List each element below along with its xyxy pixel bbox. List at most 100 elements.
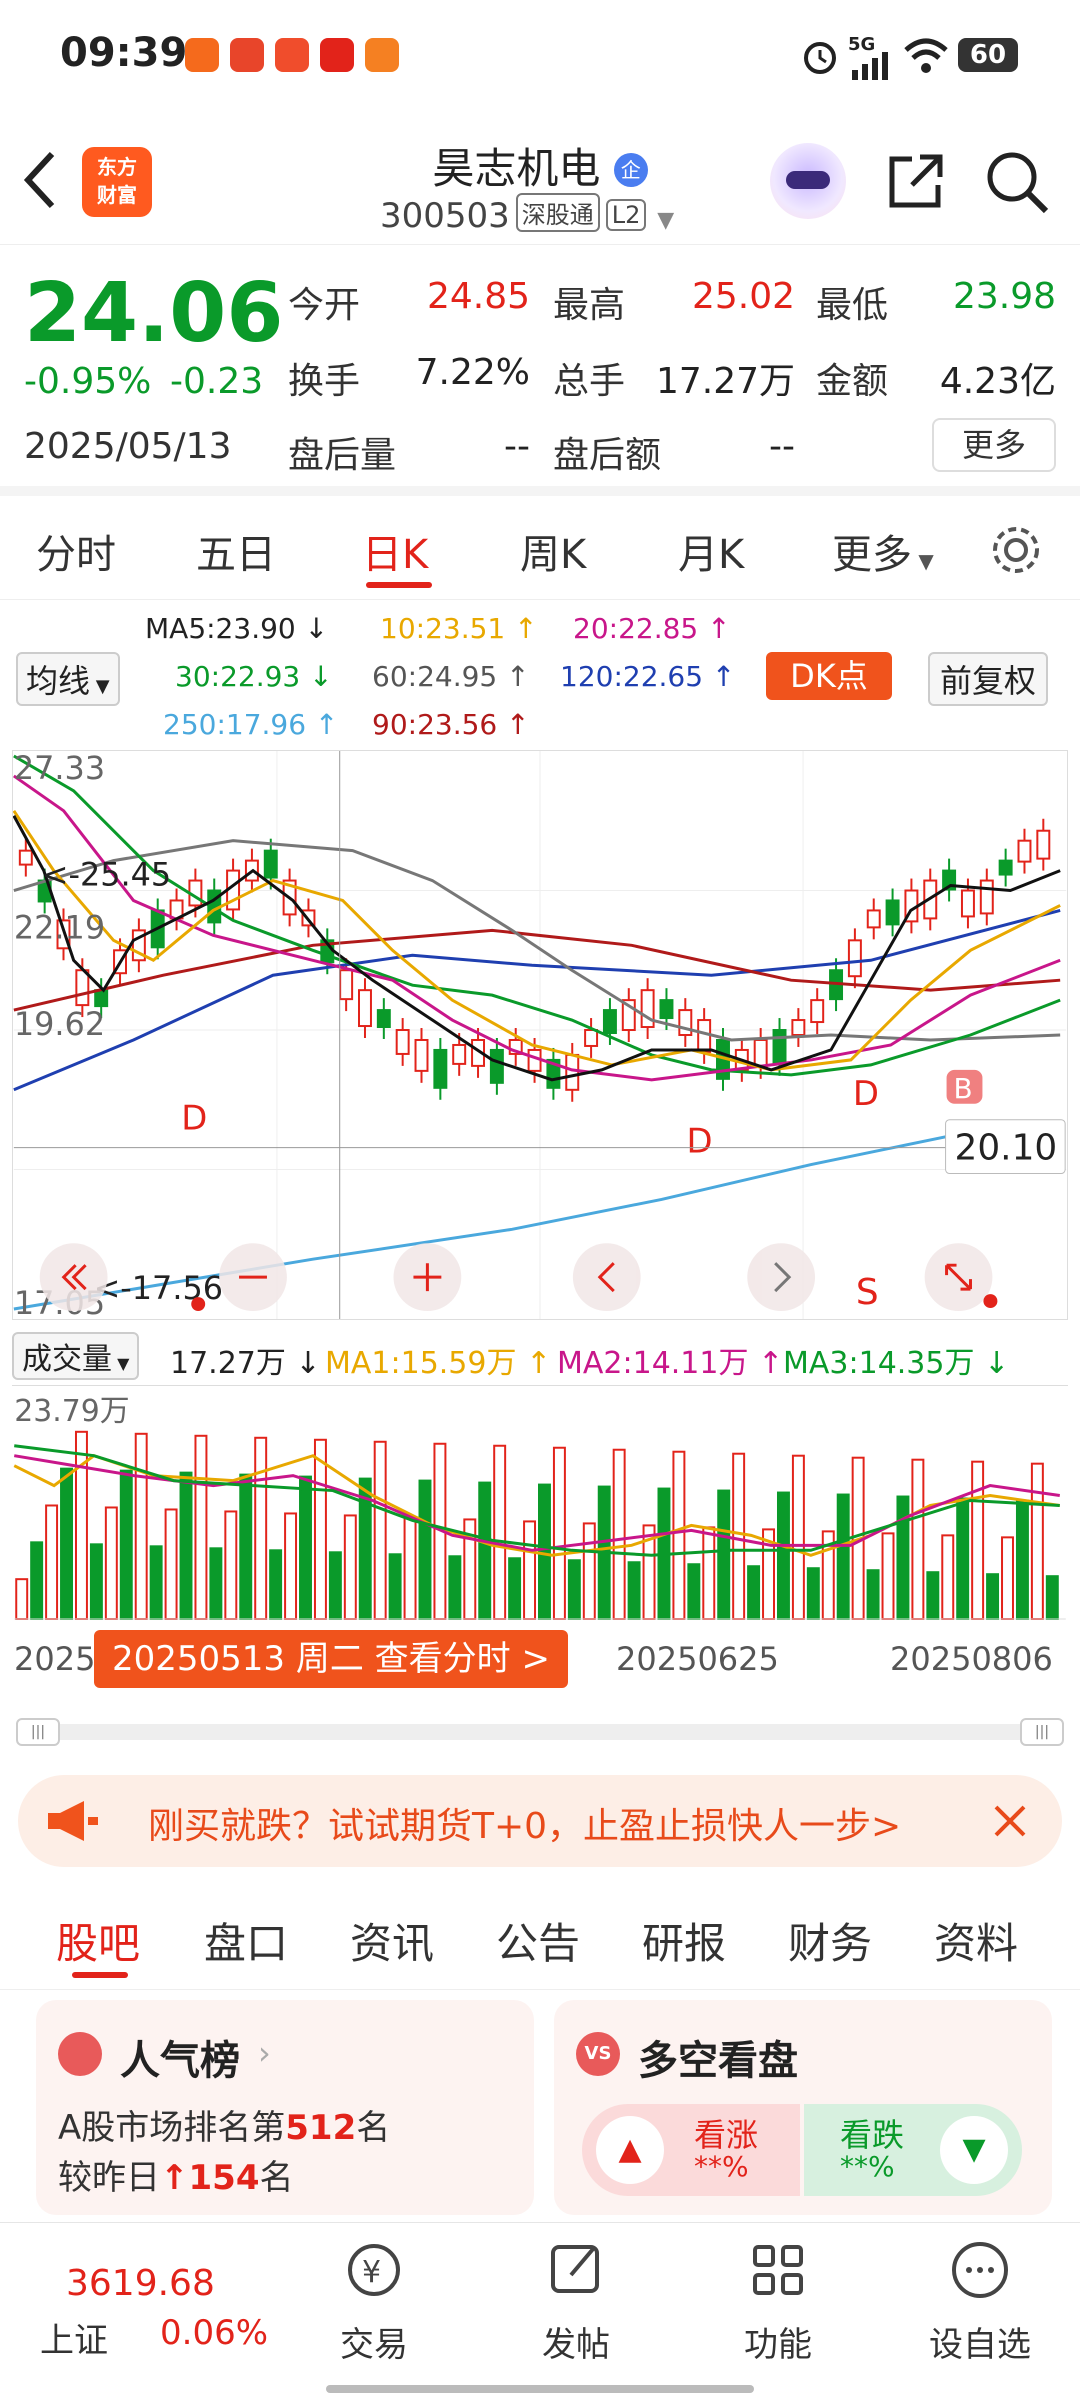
svg-text:¥: ¥	[362, 2255, 381, 2290]
tab-news[interactable]: 资讯	[350, 1910, 434, 1971]
tab-announcements[interactable]: 公告	[496, 1910, 580, 1971]
close-icon[interactable]	[988, 1799, 1032, 1843]
volume-bar	[15, 1578, 29, 1620]
popularity-card[interactable]: 人气榜 › A股市场排名第512名 较昨日↑154名	[36, 2000, 534, 2215]
nav-trade[interactable]: ¥ 交易	[304, 2235, 444, 2366]
scroll-left-button[interactable]	[572, 1243, 641, 1312]
settings-gear-icon[interactable]	[988, 522, 1044, 578]
nav-trade-label: 交易	[340, 2325, 408, 2365]
status-bar: 09:39 5G 60	[0, 0, 1080, 115]
ma20-line	[13, 774, 1061, 1082]
index-change: 0.06%	[160, 2313, 269, 2353]
versus-icon: VS	[576, 2032, 620, 2076]
volume-bar	[254, 1436, 268, 1620]
tab-more[interactable]: 更多 ▼	[832, 522, 934, 580]
volume-bar	[313, 1438, 327, 1620]
tab-research[interactable]: 研报	[642, 1910, 726, 1971]
more-button[interactable]: 更多	[932, 418, 1056, 472]
volume-bar	[836, 1493, 850, 1620]
tab-daily-k[interactable]: 日K	[362, 522, 428, 580]
volume-bar	[776, 1491, 790, 1620]
volume-bar	[747, 1565, 761, 1620]
ma10-legend: 10:23.51 ↑	[380, 612, 538, 645]
slider-handle-left[interactable]: |||	[16, 1718, 60, 1746]
share-icon[interactable]	[884, 149, 948, 213]
tab-forum[interactable]: 股吧	[56, 1910, 140, 1971]
scroll-right-button[interactable]	[747, 1243, 816, 1312]
index-widget[interactable]: 3619.68 上证 0.06%	[30, 2253, 290, 2363]
search-icon[interactable]	[984, 149, 1050, 215]
turnover-label: 换手	[288, 361, 361, 402]
trade-icon: ¥	[348, 2244, 400, 2296]
megaphone-icon	[48, 1801, 98, 1841]
bull-button[interactable]: ▲ 看涨 **%	[582, 2104, 800, 2196]
tab-monthly-k[interactable]: 月K	[678, 522, 744, 580]
ma90-line	[13, 928, 1061, 1012]
volume-value: 17.27万	[655, 361, 795, 402]
app-notification-icon	[320, 38, 354, 72]
volume-ma2: MA2:14.11万 ↑	[557, 1346, 784, 1381]
ma-selector[interactable]: 均线 ▼	[16, 652, 120, 706]
chevron-down-icon[interactable]: ▼	[657, 208, 674, 233]
volume-chart[interactable]: 23.79万	[12, 1385, 1068, 1620]
popularity-icon	[58, 2032, 102, 2076]
ma120-legend: 120:22.65 ↑	[560, 660, 736, 693]
candle-body	[263, 849, 278, 879]
nav-add-watchlist[interactable]: 设自选	[910, 2235, 1050, 2366]
tab-five-day[interactable]: 五日	[196, 522, 276, 580]
nav-post[interactable]: 发帖	[506, 2235, 646, 2366]
volume-bar	[1015, 1499, 1029, 1620]
quote-date: 2025/05/13	[24, 426, 232, 467]
candle-body	[527, 1048, 542, 1072]
volume-bar	[791, 1454, 805, 1620]
forward-adjust-button[interactable]: 前复权	[928, 652, 1049, 706]
candlestick-chart[interactable]: 27.33 22.19 19.62 17.05 <-25.45 <-17.56 …	[12, 750, 1068, 1320]
rank-prefix: A股市场排名第	[58, 2108, 286, 2148]
candle-body	[433, 1048, 448, 1089]
assistant-robot-icon[interactable]	[770, 143, 846, 219]
sentiment-card[interactable]: VS 多空看盘 ▲ 看涨 **% 看跌 **% ▼	[554, 2000, 1052, 2215]
high-price-marker: <-25.45	[42, 856, 171, 894]
wifi-icon	[904, 38, 948, 73]
date-tooltip-button[interactable]: 20250513 周二 查看分时 >	[94, 1630, 568, 1688]
popularity-title: 人气榜	[120, 2038, 240, 2084]
after-hours-volume-label: 盘后量	[288, 435, 397, 476]
tab-order-book[interactable]: 盘口	[204, 1910, 288, 1971]
dk-point-button[interactable]: DK点	[766, 652, 892, 700]
volume-x-label: 2025	[14, 1640, 96, 1678]
open-label: 今开	[288, 285, 361, 326]
slider-handle-right[interactable]: |||	[1020, 1718, 1064, 1746]
indicator-selector[interactable]: 成交量 ▼	[12, 1332, 140, 1380]
candle-body	[395, 1029, 410, 1055]
volume-bar	[926, 1571, 940, 1620]
volume-bar	[717, 1489, 731, 1620]
enterprise-icon: 企	[613, 153, 648, 187]
volume-bar	[179, 1471, 193, 1620]
volume-bar	[956, 1497, 970, 1620]
candle-body	[565, 1053, 580, 1091]
status-time: 09:39	[60, 30, 188, 76]
tab-intraday[interactable]: 分时	[36, 522, 116, 580]
tab-financials[interactable]: 财务	[788, 1910, 872, 1971]
candle-body	[75, 969, 90, 1007]
volume-bar	[1045, 1575, 1059, 1620]
range-slider[interactable]: ||| |||	[16, 1718, 1064, 1746]
ma20-legend: 20:22.85 ↑	[573, 612, 731, 645]
volume-bar	[986, 1573, 1000, 1620]
tab-profile[interactable]: 资料	[934, 1910, 1018, 1971]
tab-weekly-k[interactable]: 周K	[520, 522, 586, 580]
bull-value: **%	[694, 2150, 749, 2183]
tab-more-label: 更多	[832, 532, 912, 578]
nav-functions[interactable]: 功能	[708, 2235, 848, 2366]
volume-bars	[15, 1430, 1059, 1620]
high-value: 25.02	[691, 276, 795, 317]
ma90-legend: 90:23.56 ↑	[372, 708, 530, 741]
volume-bar	[552, 1446, 566, 1620]
volume-bar	[1030, 1462, 1044, 1620]
bear-button[interactable]: 看跌 **% ▼	[804, 2104, 1022, 2196]
low-dot	[191, 1297, 206, 1312]
arrow-down-icon: ▼	[940, 2116, 1008, 2184]
chevron-right-icon: ›	[258, 2034, 271, 2072]
promo-banner[interactable]: 刚买就跌？试试期货T+0，止盈止损快人一步>	[18, 1775, 1062, 1867]
volume-bar	[971, 1460, 985, 1620]
